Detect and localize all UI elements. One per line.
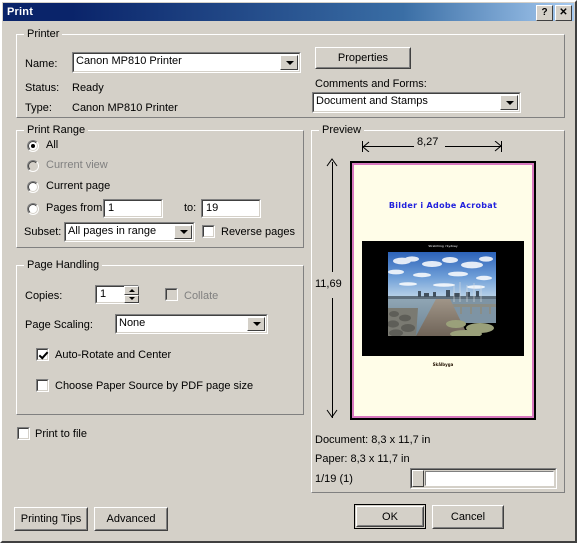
help-button[interactable]: ? [536, 5, 553, 21]
preview-photo-caption: Stretching i Sydney [428, 244, 458, 248]
comments-forms-value: Document and Stamps [316, 95, 428, 107]
radio-pages-from[interactable] [27, 203, 39, 215]
radio-current-page[interactable] [27, 181, 39, 193]
window-title: Print [7, 6, 34, 18]
title-bar: Print ? ✕ [3, 3, 574, 21]
dim-arrow-up-icon [326, 158, 338, 167]
pages-from-label: Pages from: [46, 202, 106, 214]
page-handling-group-title: Page Handling [24, 259, 103, 271]
collate-label: Collate [184, 290, 219, 302]
scrollbar-track[interactable] [425, 471, 554, 486]
dim-arrow-left-icon [362, 141, 370, 152]
printer-name-combo[interactable]: Canon MP810 Printer [72, 52, 301, 73]
page-preview-paper: Bilder i Adobe Acrobat Stretching i Sydn… [352, 163, 534, 418]
print-dialog: Print ? ✕ Printer Name: Canon MP810 Prin… [0, 0, 577, 543]
printing-tips-label: Printing Tips [20, 513, 82, 525]
page-indicator: 1/19 (1) [315, 473, 353, 485]
pages-to-input[interactable]: 19 [201, 199, 261, 218]
advanced-button[interactable]: Advanced [94, 507, 168, 531]
document-size-info: Document: 8,3 x 11,7 in [315, 434, 431, 446]
preview-page-title: Bilder i Adobe Acrobat [388, 201, 498, 210]
cancel-label: Cancel [450, 511, 486, 523]
page-scaling-combo[interactable]: None [115, 314, 268, 334]
printer-name-value: Canon MP810 Printer [76, 55, 182, 67]
dim-arrow-right-icon [494, 141, 502, 152]
page-scaling-label: Page Scaling: [25, 319, 93, 331]
print-range-group-title: Print Range [24, 124, 89, 136]
printer-name-label: Name: [25, 58, 58, 70]
close-icon[interactable]: ✕ [555, 5, 572, 21]
cancel-button[interactable]: Cancel [432, 505, 504, 529]
pages-to-value: 19 [206, 202, 219, 214]
comments-forms-combo[interactable]: Document and Stamps [312, 92, 521, 113]
copies-value: 1 [100, 288, 107, 300]
advanced-label: Advanced [106, 513, 156, 525]
preview-scrollbar[interactable] [410, 468, 557, 489]
preview-page-caption: Skålbyga [432, 362, 454, 367]
auto-rotate-checkbox[interactable] [36, 348, 49, 361]
printer-type-value: Canon MP810 Printer [72, 102, 178, 114]
preview-height-dimension: 11,69 [315, 278, 342, 290]
title-bar-buttons: ? ✕ [536, 5, 572, 21]
pages-from-input[interactable]: 1 [103, 199, 163, 218]
print-to-file-label: Print to file [35, 428, 87, 440]
print-to-file-checkbox[interactable] [17, 427, 30, 440]
printing-tips-button[interactable]: Printing Tips [14, 507, 88, 531]
page-handling-group: Page Handling [16, 259, 304, 415]
properties-button-label: Properties [337, 52, 389, 64]
dim-vline-top [332, 162, 333, 272]
scrollbar-thumb[interactable] [412, 470, 424, 487]
printer-status-value: Ready [72, 82, 104, 94]
comments-forms-label: Comments and Forms: [315, 78, 427, 90]
pages-from-value: 1 [108, 202, 115, 214]
radio-current-page-label: Current page [46, 180, 111, 192]
preview-group-title: Preview [319, 124, 365, 136]
properties-button[interactable]: Properties [315, 47, 411, 69]
preview-photo-image [388, 252, 496, 336]
ok-label: OK [382, 510, 398, 523]
subset-combo[interactable]: All pages in range [64, 222, 195, 242]
page-scaling-value: None [119, 317, 146, 329]
radio-current-view [27, 160, 39, 172]
reverse-pages-checkbox[interactable] [202, 225, 215, 238]
page-preview[interactable]: Bilder i Adobe Acrobat Stretching i Sydn… [350, 161, 536, 420]
pages-to-label: to: [184, 202, 197, 214]
preview-width-dimension: 8,27 [417, 136, 439, 148]
chevron-down-icon[interactable] [280, 55, 298, 70]
auto-rotate-label: Auto-Rotate and Center [55, 349, 172, 361]
chevron-down-icon[interactable] [247, 317, 265, 331]
printer-group-title: Printer [24, 28, 63, 40]
dim-arrow-down-icon [326, 409, 338, 418]
printer-type-label: Type: [25, 102, 52, 114]
reverse-pages-label: Reverse pages [221, 226, 295, 238]
paper-source-checkbox[interactable] [36, 379, 49, 392]
ok-button[interactable]: OK [354, 504, 426, 529]
preview-photo-block: Stretching i Sydney [362, 241, 524, 356]
paper-size-info: Paper: 8,3 x 11,7 in [315, 453, 410, 465]
subset-label: Subset: [24, 226, 62, 238]
copies-label: Copies: [25, 290, 63, 302]
printer-status-label: Status: [25, 82, 60, 94]
paper-source-label: Choose Paper Source by PDF page size [55, 380, 254, 392]
radio-current-view-label: Current view [46, 159, 108, 171]
radio-all[interactable] [27, 140, 39, 152]
collate-checkbox [165, 288, 178, 301]
chevron-down-icon[interactable] [174, 225, 192, 239]
subset-value: All pages in range [68, 225, 157, 237]
chevron-down-icon[interactable] [500, 95, 518, 110]
dim-vline-bottom [332, 298, 333, 418]
radio-all-label: All [46, 139, 59, 151]
